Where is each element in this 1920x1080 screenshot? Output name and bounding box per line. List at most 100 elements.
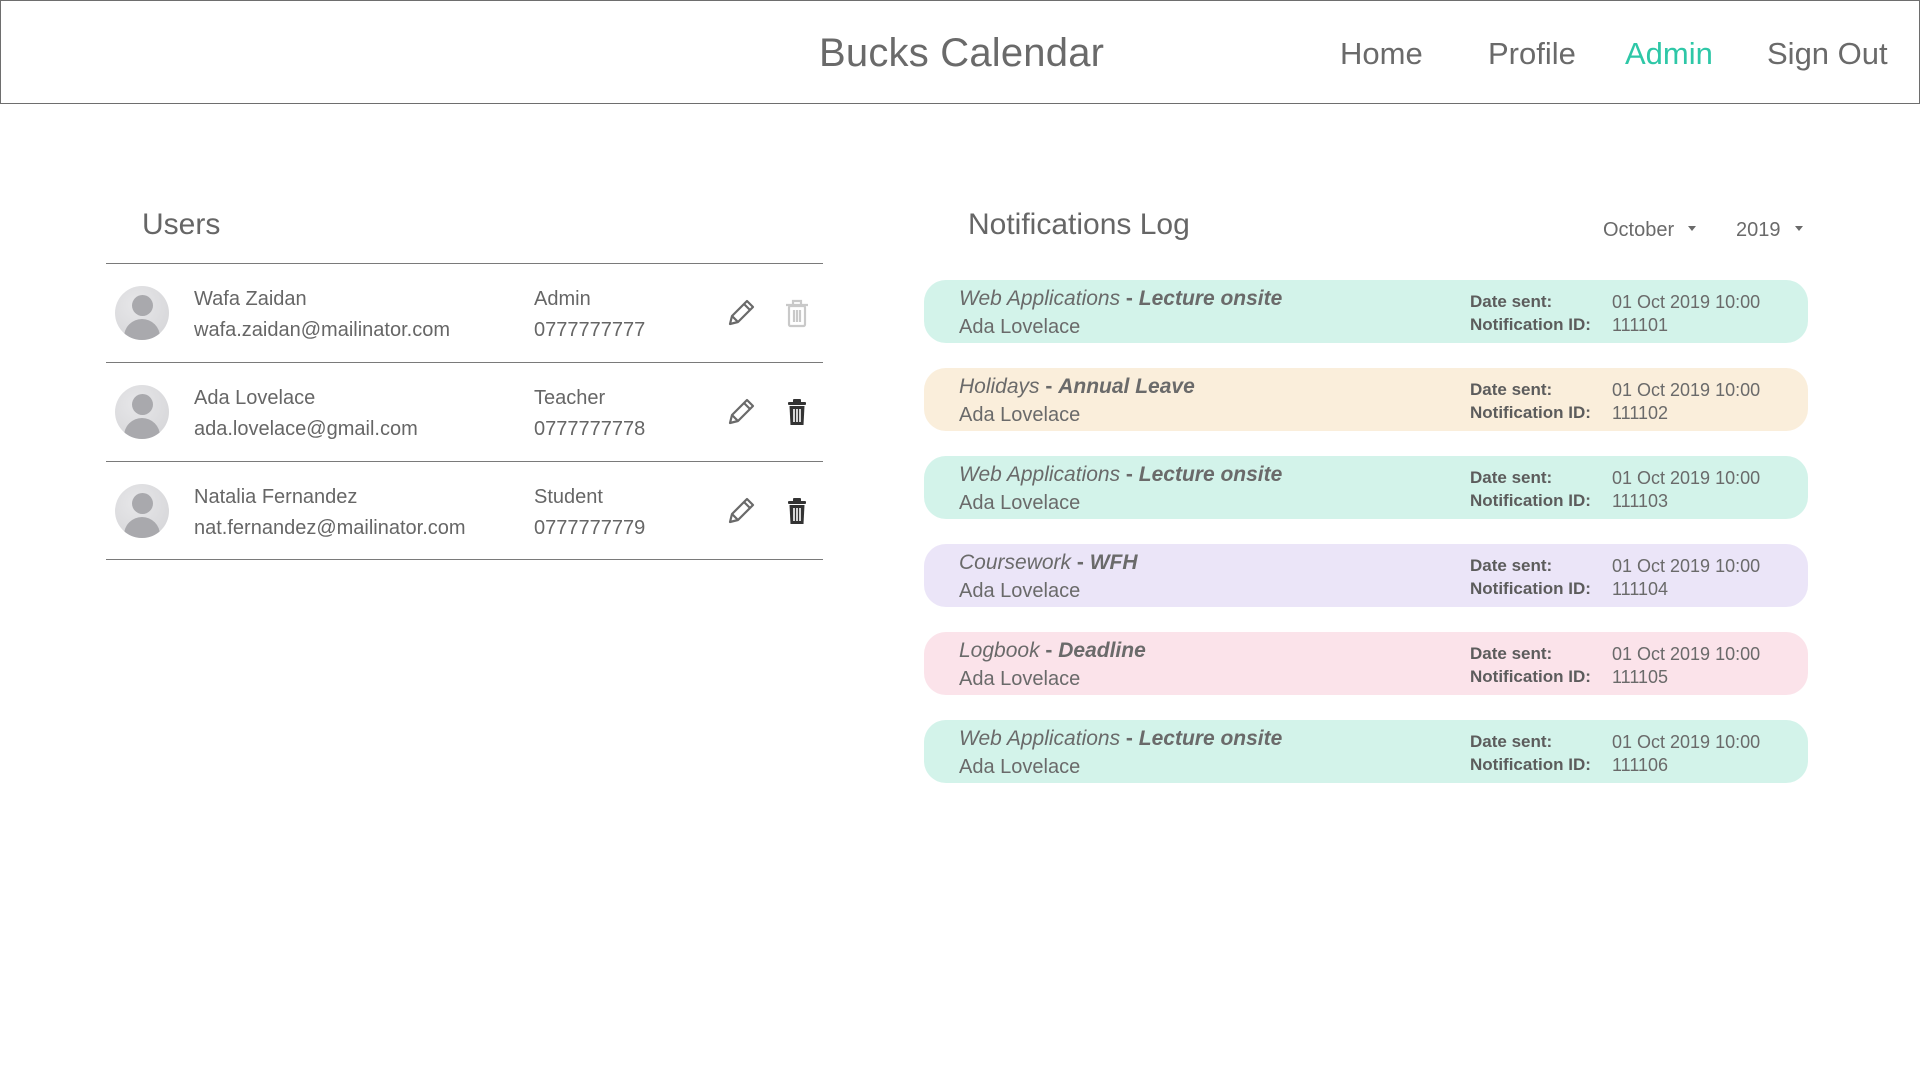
notification-title: Web Applications - Lecture onsite [959, 287, 1282, 311]
notification-title: Web Applications - Lecture onsite [959, 463, 1282, 487]
nav-admin-link[interactable]: Admin [1625, 36, 1713, 72]
year-dropdown[interactable]: 2019 [1736, 219, 1803, 242]
date-sent-value: 01 Oct 2019 10:00 [1612, 556, 1761, 576]
notification-title: Logbook - Deadline [959, 639, 1146, 663]
user-avatar-icon [115, 484, 169, 538]
month-value: October [1603, 219, 1675, 241]
date-sent-label: Date sent: [1470, 556, 1553, 575]
notification-teacher: Ada Lovelace [959, 668, 1081, 690]
user-email: wafa.zaidan@mailinator.com [194, 319, 450, 341]
notification-card[interactable]: Holidays - Annual Leave Ada Lovelace Date … [924, 368, 1808, 431]
pencil-icon[interactable] [724, 296, 758, 330]
date-sent-label: Date sent: [1470, 292, 1553, 311]
user-phone: 0777777778 [534, 418, 646, 440]
notifications-section-title: Notifications Log [968, 208, 1190, 241]
date-sent-value: 01 Oct 2019 10:00 [1612, 468, 1761, 488]
notification-separator: - [1120, 463, 1139, 486]
notification-type: WFH [1089, 551, 1138, 574]
user-role: Admin [534, 288, 591, 310]
notification-id-value: 111105 [1612, 667, 1669, 687]
nav-sign-out-link[interactable]: Sign Out [1767, 36, 1888, 72]
date-sent-label: Date sent: [1470, 732, 1553, 751]
month-dropdown[interactable]: October [1603, 219, 1697, 242]
notification-title: Coursework - WFH [959, 551, 1138, 575]
notification-type: Lecture onsite [1138, 727, 1283, 750]
notification-id-label: Notification ID: [1470, 491, 1591, 510]
notification-separator: - [1039, 639, 1059, 662]
notification-title: Web Applications - Lecture onsite [959, 727, 1282, 751]
date-sent-value: 01 Oct 2019 10:00 [1612, 644, 1761, 664]
notifications-list: Web Applications - Lecture onsite Ada Lov… [924, 280, 1808, 808]
notification-id-label: Notification ID: [1470, 667, 1591, 686]
user-name: Natalia Fernandez [194, 486, 358, 508]
user-name: Wafa Zaidan [194, 288, 307, 310]
notification-course: Web Applications [959, 463, 1121, 486]
notification-course: Web Applications [959, 287, 1121, 310]
trash-icon[interactable] [780, 395, 814, 429]
app-title: Bucks Calendar [819, 31, 1105, 75]
users-section-title: Users [142, 208, 221, 241]
notification-id-label: Notification ID: [1470, 755, 1591, 774]
user-row: Ada Lovelace ada.lovelace@gmail.com Teac… [106, 362, 823, 461]
top-nav-bar: Bucks Calendar Home Profile Admin Sign O… [0, 0, 1920, 104]
user-phone: 0777777779 [534, 517, 646, 539]
user-email: ada.lovelace@gmail.com [194, 418, 418, 440]
nav-home-link[interactable]: Home [1340, 36, 1423, 72]
notification-id-value: 111106 [1612, 755, 1669, 775]
notification-title: Holidays - Annual Leave [959, 375, 1195, 399]
notification-teacher: Ada Lovelace [959, 316, 1081, 338]
nav-profile-link[interactable]: Profile [1488, 36, 1576, 72]
notification-separator: - [1039, 375, 1059, 398]
notification-card[interactable]: Web Applications - Lecture onsite Ada Lov… [924, 456, 1808, 519]
chevron-down-icon [1794, 226, 1803, 232]
notification-course: Web Applications [959, 727, 1121, 750]
notification-teacher: Ada Lovelace [959, 580, 1081, 602]
pencil-icon[interactable] [724, 395, 758, 429]
user-role: Teacher [534, 387, 606, 409]
user-row: Natalia Fernandez nat.fernandez@mailinat… [106, 461, 823, 560]
user-phone: 0777777777 [534, 319, 646, 341]
date-sent-label: Date sent: [1470, 468, 1553, 487]
notification-card[interactable]: Web Applications - Lecture onsite Ada Lov… [924, 720, 1808, 783]
notification-id-label: Notification ID: [1470, 579, 1591, 598]
date-sent-value: 01 Oct 2019 10:00 [1612, 292, 1761, 312]
notification-course: Holidays [959, 375, 1040, 398]
notification-separator: - [1120, 727, 1139, 750]
pencil-icon[interactable] [724, 494, 758, 528]
notification-teacher: Ada Lovelace [959, 404, 1081, 426]
date-sent-value: 01 Oct 2019 10:00 [1612, 732, 1761, 752]
date-sent-value: 01 Oct 2019 10:00 [1612, 380, 1761, 400]
notification-id-value: 111101 [1612, 315, 1669, 335]
notification-course: Coursework [959, 551, 1072, 574]
notification-card[interactable]: Coursework - WFH Ada Lovelace Date sent: No… [924, 544, 1808, 607]
notification-teacher: Ada Lovelace [959, 492, 1081, 514]
notification-separator: - [1071, 551, 1090, 574]
notification-id-label: Notification ID: [1470, 315, 1591, 334]
notification-id-value: 111104 [1612, 579, 1669, 599]
chevron-down-icon [1688, 226, 1697, 232]
users-list: Wafa Zaidan wafa.zaidan@mailinator.com A… [106, 263, 823, 560]
notification-course: Logbook [959, 639, 1040, 662]
notification-teacher: Ada Lovelace [959, 756, 1081, 778]
notification-card[interactable]: Logbook - Deadline Ada Lovelace Date sent:… [924, 632, 1808, 695]
date-sent-label: Date sent: [1470, 644, 1553, 663]
notification-id-label: Notification ID: [1470, 403, 1591, 422]
notification-type: Annual Leave [1058, 375, 1195, 398]
notification-id-value: 111103 [1612, 491, 1669, 511]
user-name: Ada Lovelace [194, 387, 316, 409]
user-avatar-icon [115, 286, 169, 340]
notification-type: Lecture onsite [1138, 287, 1283, 310]
notification-id-value: 111102 [1612, 403, 1669, 423]
user-avatar-icon [115, 385, 169, 439]
date-sent-label: Date sent: [1470, 380, 1553, 399]
user-email: nat.fernandez@mailinator.com [194, 517, 466, 539]
notification-separator: - [1120, 287, 1139, 310]
user-row: Wafa Zaidan wafa.zaidan@mailinator.com A… [106, 263, 823, 362]
user-role: Student [534, 486, 603, 508]
year-value: 2019 [1736, 219, 1781, 241]
trash-icon[interactable] [780, 494, 814, 528]
notification-type: Deadline [1058, 639, 1146, 662]
trash-icon [780, 296, 814, 330]
notification-type: Lecture onsite [1138, 463, 1283, 486]
notification-card[interactable]: Web Applications - Lecture onsite Ada Lov… [924, 280, 1808, 343]
